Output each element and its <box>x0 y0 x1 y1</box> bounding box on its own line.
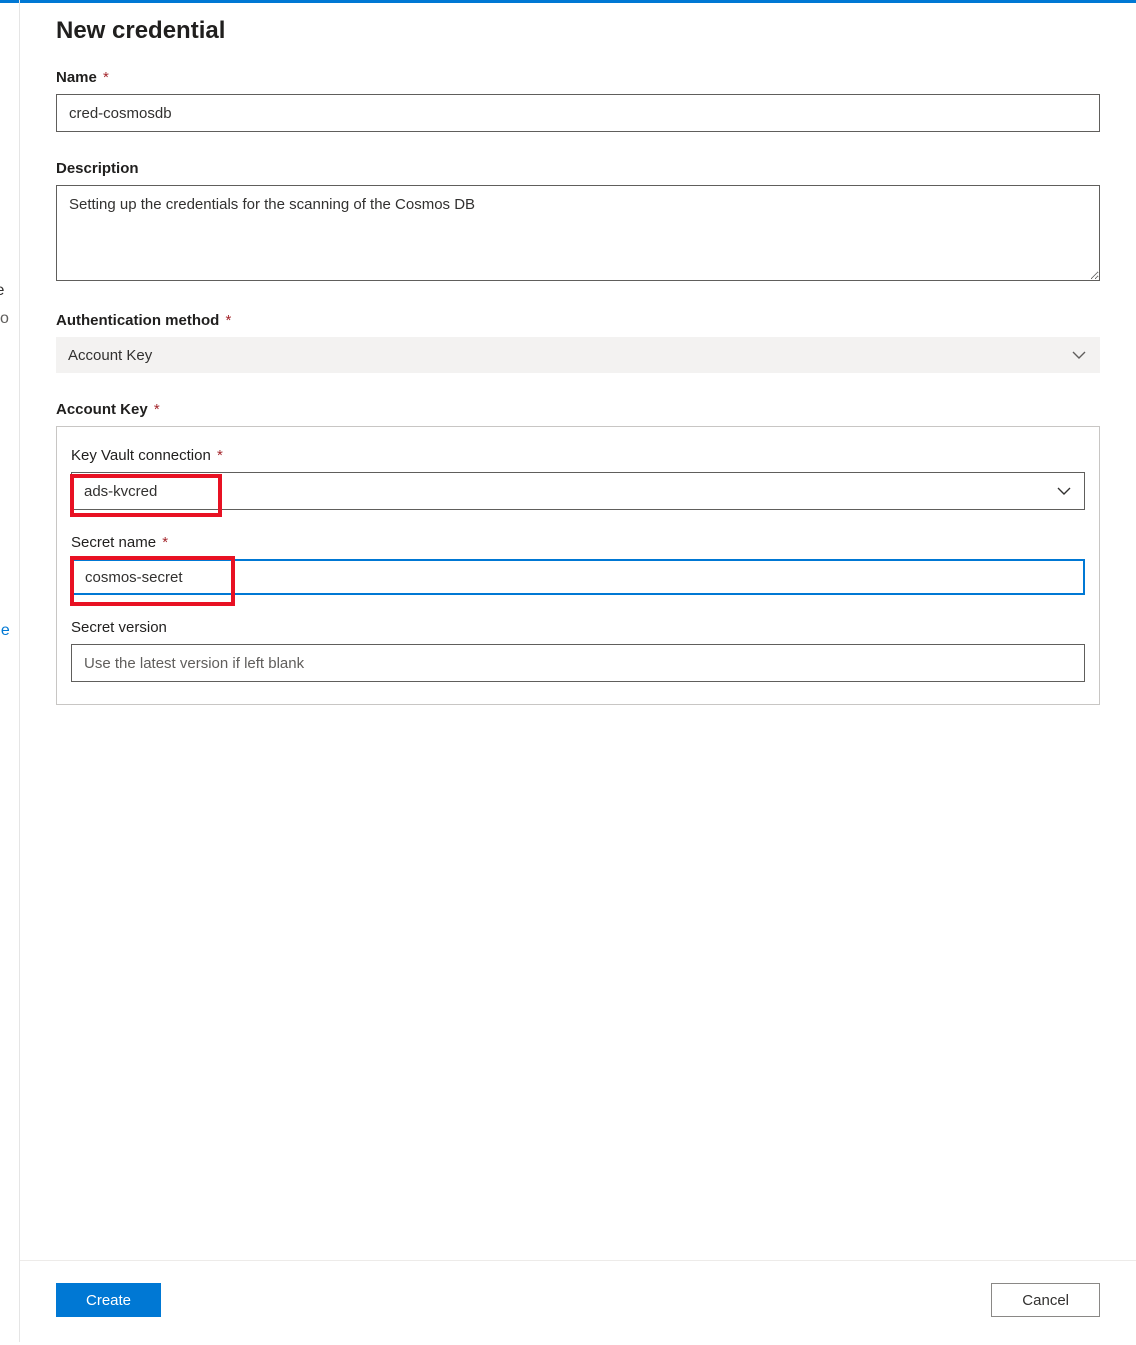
account-key-box: Key Vault connection * ads-kvcred Secret… <box>56 426 1100 705</box>
field-kv-connection: Key Vault connection * ads-kvcred <box>71 447 1085 510</box>
field-auth-method: Authentication method * Account Key <box>56 312 1100 373</box>
required-mark: * <box>217 447 223 464</box>
kv-connection-select-wrap: ads-kvcred <box>71 472 1085 510</box>
required-mark: * <box>226 312 232 329</box>
name-label: Name * <box>56 69 1100 86</box>
secret-name-input[interactable] <box>71 559 1085 595</box>
kv-connection-select[interactable]: ads-kvcred <box>71 472 1085 510</box>
kv-connection-label: Key Vault connection * <box>71 447 1085 464</box>
field-description: Description Setting up the credentials f… <box>56 160 1100 284</box>
auth-method-label: Authentication method * <box>56 312 1100 329</box>
secret-name-label-text: Secret name <box>71 534 156 551</box>
page-title: New credential <box>56 3 1100 69</box>
description-input[interactable]: Setting up the credentials for the scann… <box>56 185 1100 281</box>
account-key-label: Account Key * <box>56 401 1100 418</box>
required-mark: * <box>154 401 160 418</box>
account-key-label-text: Account Key <box>56 401 148 418</box>
kv-connection-label-text: Key Vault connection <box>71 447 211 464</box>
cancel-button[interactable]: Cancel <box>991 1283 1100 1317</box>
field-name: Name * <box>56 69 1100 132</box>
auth-method-select-wrap: Account Key <box>56 337 1100 373</box>
new-credential-panel: New credential Name * Description Settin… <box>20 3 1136 1345</box>
secret-version-label: Secret version <box>71 619 1085 636</box>
create-button[interactable]: Create <box>56 1283 161 1317</box>
secret-name-label: Secret name * <box>71 534 1085 551</box>
auth-method-label-text: Authentication method <box>56 312 219 329</box>
auth-method-select[interactable]: Account Key <box>56 337 1100 373</box>
required-mark: * <box>162 534 168 551</box>
sidebar-text-fragment-2: co <box>0 310 9 328</box>
name-input[interactable] <box>56 94 1100 132</box>
secret-version-input[interactable] <box>71 644 1085 682</box>
sidebar-text-fragment-1: ie <box>0 282 4 300</box>
field-secret-version: Secret version <box>71 619 1085 682</box>
field-secret-name: Secret name * <box>71 534 1085 595</box>
field-account-key: Account Key * Key Vault connection * ads… <box>56 401 1100 705</box>
description-label: Description <box>56 160 1100 177</box>
sidebar-fragment: ie co de <box>0 0 20 1342</box>
sidebar-text-fragment-3: de <box>0 622 10 640</box>
panel-footer: Create Cancel <box>20 1260 1136 1345</box>
name-label-text: Name <box>56 69 97 86</box>
required-mark: * <box>103 69 109 86</box>
